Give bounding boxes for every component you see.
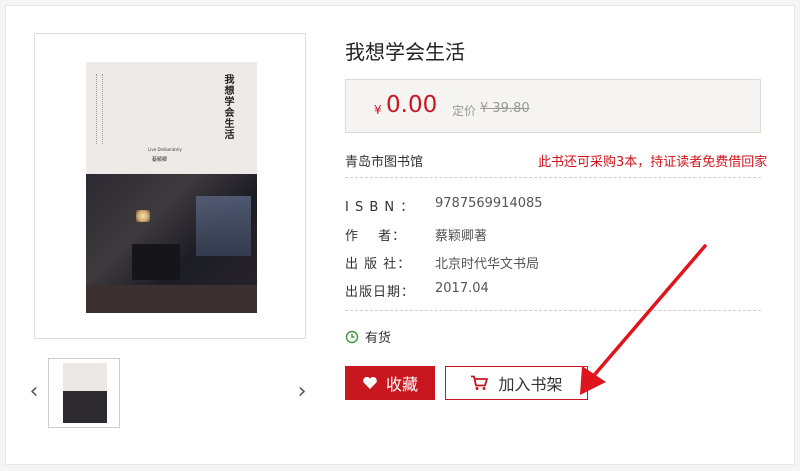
author-label: 作 者： [345, 229, 407, 244]
price: 0.00 [386, 92, 438, 118]
pubdate-value: 2017.04 [435, 281, 489, 296]
price-box: ¥ 0.00 定价 ¥ 39.80 [345, 79, 761, 133]
stock-status: 有货 [345, 327, 391, 346]
cover-piano [132, 244, 180, 280]
cover-title: 我想学会生活 [222, 74, 233, 140]
author-value: 蔡颖卿著 [435, 229, 488, 244]
cover-decorative-text [102, 74, 106, 144]
cover-photo [86, 174, 257, 313]
cover-author: 蔡颖卿 [152, 157, 168, 163]
cover-decorative-text [96, 74, 100, 144]
isbn-label: I S B N ： [345, 200, 415, 215]
thumbnail-image [63, 363, 107, 423]
cover-subtitle: Live Deliberately [148, 147, 182, 152]
cover-window [196, 196, 251, 256]
availability-notice: 此书还可采购3本，持证读者免费借回家 [538, 155, 768, 170]
divider [345, 177, 761, 178]
heart-icon [363, 376, 377, 389]
cover-thumbnail[interactable] [48, 358, 120, 428]
favorite-label: 收藏 [385, 375, 418, 394]
cover-image-frame: 我想学会生活 Live Deliberately 蔡颖卿 [34, 33, 306, 339]
pubdate-label: 出版日期： [345, 285, 416, 300]
list-price: ¥ 39.80 [480, 101, 530, 116]
currency-symbol: ¥ [374, 103, 382, 117]
book-title: 我想学会生活 [345, 40, 465, 64]
cart-label: 加入书架 [498, 375, 563, 394]
add-to-shelf-button[interactable]: 加入书架 [445, 366, 588, 400]
chevron-left-icon[interactable]: ‹ [26, 380, 42, 404]
cover-lamp [136, 210, 150, 222]
isbn-value: 9787569914085 [435, 196, 543, 211]
library-name: 青岛市图书馆 [345, 155, 424, 170]
cart-icon [471, 375, 489, 390]
chevron-right-icon[interactable]: › [294, 380, 310, 404]
divider [345, 310, 761, 311]
list-price-label: 定价 [452, 104, 477, 118]
publisher-value: 北京时代华文书局 [435, 257, 540, 272]
stock-label: 有货 [365, 331, 392, 346]
publisher-label: 出 版 社： [345, 257, 412, 272]
favorite-button[interactable]: 收藏 [345, 366, 435, 400]
cover-floor [86, 285, 257, 313]
clock-icon [345, 330, 359, 343]
book-cover-image: 我想学会生活 Live Deliberately 蔡颖卿 [86, 62, 257, 313]
